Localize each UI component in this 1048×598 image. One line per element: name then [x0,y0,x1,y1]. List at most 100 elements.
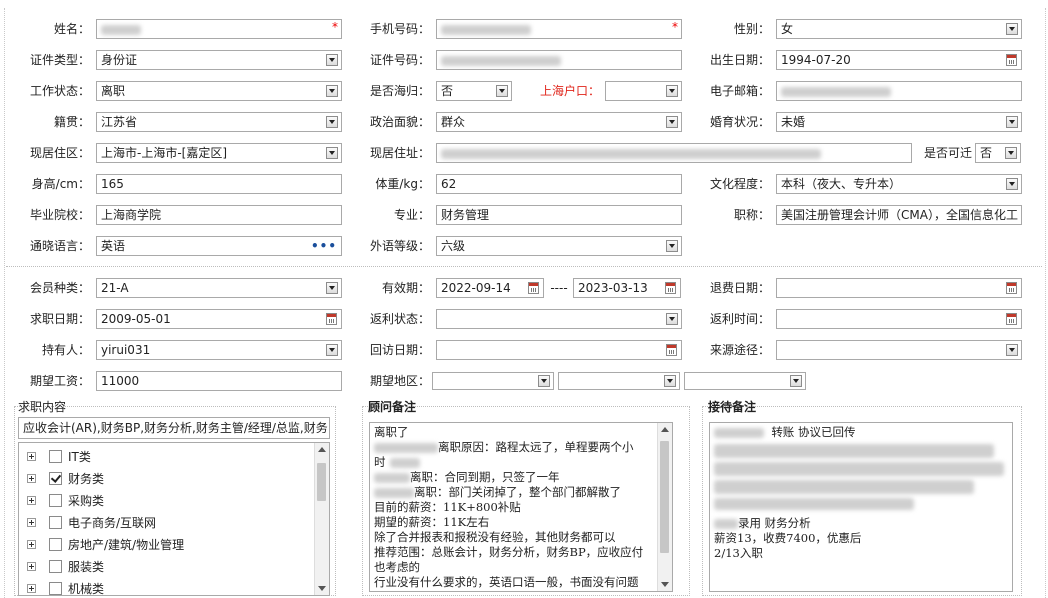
tree-checkbox[interactable] [49,450,62,463]
chevron-down-icon[interactable] [326,85,338,97]
scroll-thumb[interactable] [317,463,326,501]
address-field[interactable] [436,143,912,163]
native-select[interactable]: 江苏省 [96,112,342,132]
job-selected-field[interactable]: 应收会计(AR),财务BP,财务分析,财务主管/经理/总监,财务 [18,417,330,439]
tree-checkbox[interactable] [49,582,62,595]
reception-line-text: 录用 财务分析 [738,516,811,530]
tree-checkbox[interactable] [49,516,62,529]
chevron-down-icon[interactable] [326,282,338,294]
chevron-down-icon[interactable] [1006,178,1018,190]
calendar-icon[interactable] [1006,282,1017,294]
reception-notes[interactable]: 转账 协议已回传 录用 财务分析 薪资13，收费7400，优惠后 2/13入职 [709,422,1013,592]
expand-plus-icon[interactable] [27,584,36,593]
relocate-select[interactable]: 否 [975,143,1021,163]
scroll-thumb[interactable] [660,441,669,553]
tree-checkbox[interactable] [49,494,62,507]
weight-field[interactable]: 62 [436,174,682,194]
more-icon[interactable]: ••• [311,237,337,255]
chevron-down-icon[interactable] [326,147,338,159]
chevron-down-icon[interactable] [326,54,338,66]
valid-to-field[interactable]: 2023-03-13 [573,278,681,298]
expand-plus-icon[interactable] [27,518,36,527]
chevron-down-icon[interactable] [664,375,676,387]
tree-scrollbar[interactable] [314,443,329,595]
birth-value: 1994-07-20 [781,53,851,67]
tree-checkbox[interactable] [49,538,62,551]
valid-separator: ---- [550,281,568,295]
expand-plus-icon[interactable] [27,452,36,461]
chevron-down-icon[interactable] [496,85,508,97]
chevron-down-icon[interactable] [666,313,678,325]
chevron-down-icon[interactable] [666,240,678,252]
marital-select[interactable]: 未婚 [776,112,1022,132]
chevron-down-icon[interactable] [790,375,802,387]
chevron-down-icon[interactable] [1006,344,1018,356]
consultant-line-text: 离职：部门关闭掉了，整个部门都解散了 [414,485,621,499]
calendar-icon[interactable] [666,344,677,356]
calendar-icon[interactable] [665,282,676,294]
tree-checkbox[interactable] [49,560,62,573]
major-field[interactable]: 财务管理 [436,205,682,225]
calendar-icon[interactable] [1006,313,1017,325]
rebate-time-field[interactable] [776,309,1022,329]
political-select[interactable]: 群众 [436,112,682,132]
region-province-select[interactable] [432,372,554,390]
calendar-icon[interactable] [1006,54,1017,66]
region-city-select[interactable] [558,372,680,390]
refund-date-field[interactable] [776,278,1022,298]
calendar-icon[interactable] [326,313,337,325]
email-field[interactable] [776,81,1022,101]
expand-plus-icon[interactable] [27,474,36,483]
scroll-down-icon[interactable] [661,582,669,587]
valid-from-field[interactable]: 2022-09-14 [436,278,544,298]
jobdate-field[interactable]: 2009-05-01 [96,309,342,329]
chevron-down-icon[interactable] [666,85,678,97]
region-district-select[interactable] [684,372,806,390]
tree-checkbox[interactable] [49,472,62,485]
mobile-field[interactable]: * [436,19,682,39]
salary-field[interactable]: 11000 [96,371,342,391]
calendar-icon[interactable] [528,282,539,294]
chevron-down-icon[interactable] [1006,116,1018,128]
lang-field[interactable]: 英语 ••• [96,236,342,256]
scroll-down-icon[interactable] [318,586,326,591]
chevron-down-icon[interactable] [1005,147,1017,159]
scroll-up-icon[interactable] [318,447,326,452]
email-label: 电子邮箱： [709,84,770,98]
expand-plus-icon[interactable] [27,562,36,571]
holder-select[interactable]: yirui031 [96,340,342,360]
chevron-down-icon[interactable] [666,116,678,128]
name-field[interactable]: * [96,19,342,39]
consultant-scrollbar[interactable] [657,423,672,591]
chevron-down-icon[interactable] [538,375,550,387]
workstatus-select[interactable]: 离职 [96,81,342,101]
school-field[interactable]: 上海商学院 [96,205,342,225]
height-field[interactable]: 165 [96,174,342,194]
idtype-select[interactable]: 身份证 [96,50,342,70]
district-select[interactable]: 上海市-上海市-[嘉定区] [96,143,342,163]
holder-label: 持有人： [41,343,90,357]
consultant-line: 也考虑的 [374,560,654,575]
title-field[interactable]: 美国注册管理会计师（CMA），全国信息化工 [776,205,1022,225]
political-value: 群众 [441,115,466,129]
chevron-down-icon[interactable] [326,344,338,356]
edu-select[interactable]: 本科（夜大、专升本） [776,174,1022,194]
idno-field[interactable] [436,50,682,70]
tree-item-label: 财务类 [68,472,105,486]
consultant-notes[interactable]: 离职了 离职原因：路程太远了，单程要两个小时离职：合同到期，只签了一年 离职：部门关… [369,422,673,592]
scroll-up-icon[interactable] [661,427,669,432]
gender-select[interactable]: 女 [776,19,1022,39]
birth-date-field[interactable]: 1994-07-20 [776,50,1022,70]
hukou-select[interactable] [605,81,682,101]
returnee-select[interactable]: 否 [436,81,512,101]
rebate-status-select[interactable] [436,309,682,329]
member-type-select[interactable]: 21-A [96,278,342,298]
visit-date-field[interactable] [436,340,682,360]
chevron-down-icon[interactable] [1006,23,1018,35]
expand-plus-icon[interactable] [27,540,36,549]
chevron-down-icon[interactable] [326,116,338,128]
expand-plus-icon[interactable] [27,496,36,505]
reception-line: 转账 协议已回传 [714,425,861,440]
source-select[interactable] [776,340,1022,360]
foreign-select[interactable]: 六级 [436,236,682,256]
